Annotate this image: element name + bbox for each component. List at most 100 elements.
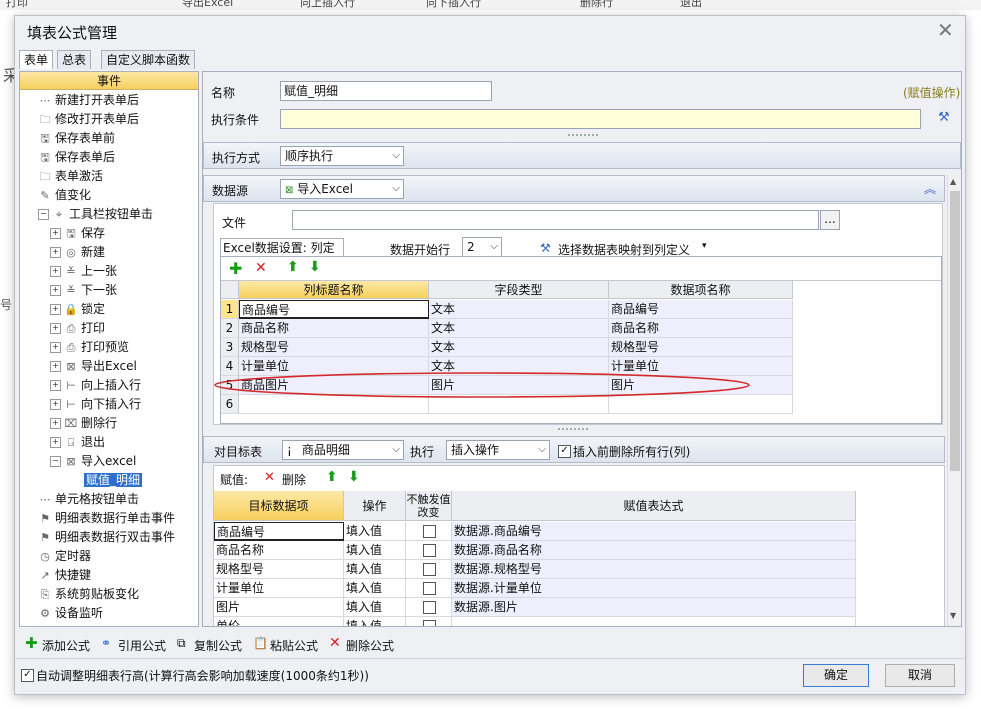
tree-item[interactable]: + ≚ 上一张 [20, 262, 198, 281]
assign-target-cell[interactable]: 计量单位 [214, 579, 344, 598]
tree-item[interactable]: + ◎ 新建 [20, 243, 198, 262]
tree-item[interactable]: + ⊢ 向下插入行 [20, 395, 198, 414]
nochange-checkbox[interactable] [423, 544, 436, 557]
tree-item[interactable]: + ⎙ 打印 [20, 319, 198, 338]
right-scrollbar[interactable]: ▲ [947, 175, 961, 525]
assign-target-cell[interactable]: 图片 [214, 598, 344, 617]
scroll-up-icon[interactable]: ▲ [950, 177, 956, 186]
tab-form[interactable]: 表单 [19, 50, 54, 69]
collapse-icon[interactable]: ︽ [924, 180, 936, 197]
delete-formula-button[interactable]: 删除公式 [346, 637, 394, 654]
tree-item[interactable]: + 🔒 锁定 [20, 300, 198, 319]
assign-column-header[interactable]: 不触发值改变 [406, 491, 452, 521]
grid-cell[interactable]: 商品名称 [609, 319, 793, 338]
copy-formula-button[interactable]: 复制公式 [194, 637, 242, 654]
expand-toggle-icon[interactable]: + [50, 399, 61, 410]
tree-item[interactable]: ⚑ 明细表数据行单击事件 [20, 509, 198, 528]
assign-nochange-cell[interactable] [406, 560, 452, 579]
assign-op-cell[interactable]: 填入值 [344, 579, 406, 598]
assign-delete-button[interactable]: 删除 [282, 471, 306, 488]
grid-cell[interactable]: 文本 [429, 338, 609, 357]
column-header[interactable]: 数据项名称 [609, 281, 793, 299]
tree-item[interactable]: + ⊠ 导出Excel [20, 357, 198, 376]
grid-cell[interactable]: 商品名称 [239, 319, 429, 338]
tree-item[interactable]: + ⊢ 向上插入行 [20, 376, 198, 395]
assign-nochange-cell[interactable] [406, 522, 452, 541]
assign-op-cell[interactable]: 填入值 [344, 541, 406, 560]
wand-icon[interactable]: ⚒ [938, 110, 950, 125]
tree-item[interactable]: 赋值_明细 [20, 471, 198, 490]
assign-delete-icon[interactable]: ✕ [264, 470, 275, 485]
assign-target-cell[interactable]: 规格型号 [214, 560, 344, 579]
assign-op-cell[interactable]: 填入值 [344, 598, 406, 617]
paste-formula-button[interactable]: 粘贴公式 [270, 637, 318, 654]
tree-item[interactable]: 🗀 表单激活 [20, 167, 198, 186]
tree-item[interactable]: ⋯ 单元格按钮单击 [20, 490, 198, 509]
assign-target-cell[interactable]: 商品编号 [214, 522, 344, 541]
assign-column-header[interactable]: 赋值表达式 [452, 491, 856, 521]
tree-item[interactable]: ◷ 定时器 [20, 547, 198, 566]
assign-nochange-cell[interactable] [406, 579, 452, 598]
exec-select[interactable]: 插入操作 ⌵ [446, 440, 550, 460]
assign-nochange-cell[interactable] [406, 617, 452, 626]
add-row-icon[interactable]: ✚ [229, 259, 242, 278]
tree-item[interactable]: ✎ 值变化 [20, 186, 198, 205]
tree-item[interactable]: ⎘ 系统剪贴板变化 [20, 585, 198, 604]
right-scrollbar-lower[interactable]: ▼ [947, 525, 961, 626]
tree-item[interactable]: 🗀 修改打开表单后 [20, 110, 198, 129]
assign-expression-cell[interactable] [452, 617, 856, 626]
grid-cell[interactable]: 商品编号 [609, 300, 793, 319]
assign-target-cell[interactable]: 商品名称 [214, 541, 344, 560]
tree-item[interactable]: + ⌧ 删除行 [20, 414, 198, 433]
assign-expression-cell[interactable]: 数据源.商品编号 [452, 522, 856, 541]
expand-toggle-icon[interactable]: + [50, 323, 61, 334]
expand-toggle-icon[interactable]: + [50, 380, 61, 391]
assign-expression-cell[interactable]: 数据源.图片 [452, 598, 856, 617]
ok-button[interactable]: 确定 [803, 664, 869, 687]
nochange-checkbox[interactable] [423, 563, 436, 576]
assign-column-header[interactable]: 目标数据项 [214, 491, 344, 521]
expand-toggle-icon[interactable]: + [50, 247, 61, 258]
tree-item[interactable]: + 🖫 保存 [20, 224, 198, 243]
assign-op-cell[interactable]: 填入值 [344, 522, 406, 541]
exec-mode-select[interactable]: 顺序执行 ⌵ [280, 146, 404, 166]
assign-expression-cell[interactable]: 数据源.计量单位 [452, 579, 856, 598]
add-formula-button[interactable]: 添加公式 [42, 637, 90, 654]
tree-item[interactable]: + ⍈ 退出 [20, 433, 198, 452]
name-input[interactable]: 赋值_明细 [280, 81, 492, 101]
assign-nochange-cell[interactable] [406, 541, 452, 560]
assign-nochange-cell[interactable] [406, 598, 452, 617]
auto-adjust-checkbox[interactable]: ✓ [21, 668, 34, 682]
start-row-select[interactable]: 2 ⌵ [462, 237, 502, 257]
collapse-toggle-icon[interactable]: − [38, 209, 49, 220]
expand-toggle-icon[interactable]: + [50, 418, 61, 429]
tree-item[interactable]: 🖫 保存表单前 [20, 129, 198, 148]
scroll-thumb[interactable] [950, 191, 960, 471]
splitter-grip-2[interactable] [558, 428, 588, 430]
ref-formula-button[interactable]: 引用公式 [118, 637, 166, 654]
tree-item[interactable]: + ⎙ 打印预览 [20, 338, 198, 357]
nochange-checkbox[interactable] [423, 525, 436, 538]
expand-toggle-icon[interactable]: + [50, 228, 61, 239]
tree-item[interactable]: − ⊠ 导入excel [20, 452, 198, 471]
move-down-icon[interactable]: ⬇ [309, 259, 321, 275]
tab-custom-script[interactable]: 自定义脚本函数 [101, 50, 196, 69]
expand-toggle-icon[interactable]: + [50, 285, 61, 296]
column-header[interactable]: 列标题名称 [239, 281, 429, 299]
nochange-checkbox[interactable] [423, 601, 436, 614]
grid-cell[interactable]: 文本 [429, 300, 609, 319]
move-up-icon[interactable]: ⬆ [287, 259, 299, 275]
delete-row-icon[interactable]: ✕ [255, 260, 267, 276]
expand-toggle-icon[interactable]: + [50, 361, 61, 372]
target-select[interactable]: ¡ 商品明细 ⌵ [282, 440, 404, 460]
grid-cell[interactable]: 文本 [429, 319, 609, 338]
assign-expression-cell[interactable]: 数据源.商品名称 [452, 541, 856, 560]
assign-op-cell[interactable]: 填入值 [344, 560, 406, 579]
assign-op-cell[interactable]: 填入值 [344, 617, 406, 626]
expand-toggle-icon[interactable]: + [50, 437, 61, 448]
datasource-select[interactable]: ⊠ 导入Excel ⌵ [280, 179, 404, 199]
file-input[interactable] [292, 210, 819, 230]
splitter-grip[interactable] [568, 134, 598, 136]
tree-item[interactable]: 🖫 保存表单后 [20, 148, 198, 167]
nochange-checkbox[interactable] [423, 620, 436, 626]
